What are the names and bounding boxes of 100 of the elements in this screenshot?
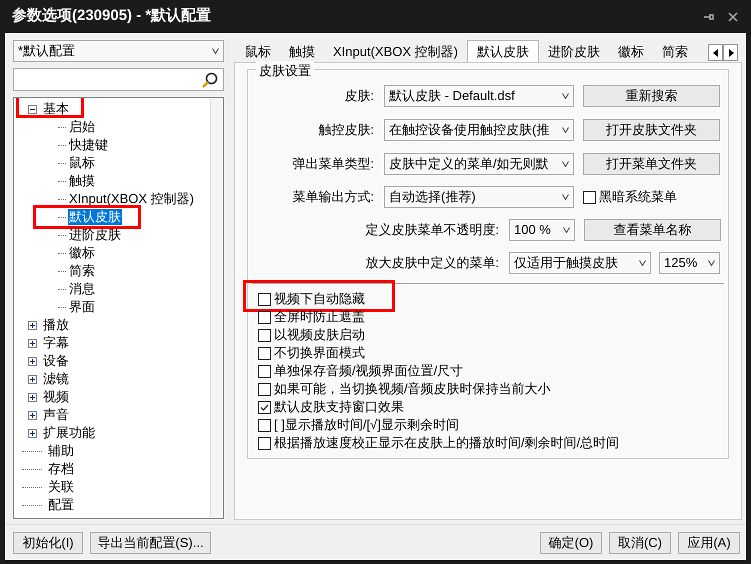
tab[interactable]: 简索 xyxy=(652,42,697,62)
close-icon[interactable] xyxy=(727,10,739,22)
tree-item[interactable]: 配置 xyxy=(47,497,75,513)
tab[interactable]: 鼠标 xyxy=(236,42,280,62)
expand-icon[interactable] xyxy=(28,428,37,438)
select-value: 在触控设备使用触控皮肤(推 xyxy=(389,121,550,140)
checkbox[interactable] xyxy=(258,400,271,414)
tree-item[interactable]: 徽标 xyxy=(68,245,96,261)
push-button[interactable]: 导出当前配置(S)... xyxy=(90,532,211,554)
field-label: 放大皮肤中定义的菜单: xyxy=(364,254,500,272)
right-arrow-icon xyxy=(728,48,734,56)
tree-item[interactable]: 播放 xyxy=(42,317,70,333)
tree-item[interactable]: 滤镜 xyxy=(42,371,70,387)
dropdown-select[interactable]: 默认皮肤 - Default.dsf xyxy=(384,85,574,107)
select-value: 125% xyxy=(664,254,698,272)
tree-item[interactable]: 基本 xyxy=(42,101,70,117)
dropdown-caret-icon xyxy=(562,161,569,167)
select-value: 仅适用于触摸皮肤 xyxy=(514,254,618,272)
push-button[interactable]: 重新搜索 xyxy=(583,84,720,107)
checkbox[interactable] xyxy=(258,310,271,324)
push-button[interactable]: 打开皮肤文件夹 xyxy=(583,118,720,141)
dropdown-select[interactable]: 自动选择(推荐) xyxy=(384,186,574,208)
dropdown-caret-icon xyxy=(562,127,569,133)
select-value: 自动选择(推荐) xyxy=(389,188,476,206)
tree-item[interactable]: 辅助 xyxy=(47,443,75,459)
dropdown-select[interactable]: 125% xyxy=(659,252,720,274)
field-label: 定义皮肤菜单不透明度: xyxy=(364,221,500,240)
expand-icon[interactable] xyxy=(28,392,37,402)
checkbox[interactable] xyxy=(258,364,271,378)
tree-item[interactable]: 启始 xyxy=(68,119,96,135)
tree-item[interactable]: 声音 xyxy=(42,407,70,423)
checkbox[interactable] xyxy=(258,292,271,306)
dropdown-select[interactable]: 仅适用于触摸皮肤 xyxy=(509,252,651,274)
checkbox-label: 根据播放速度校正显示在皮肤上的播放时间/剩余时间/总时间 xyxy=(274,434,620,452)
checkbox-label: 不切换界面模式 xyxy=(274,344,365,362)
field-label: 皮肤: xyxy=(343,87,375,106)
push-button[interactable]: 确定(O) xyxy=(540,532,602,554)
tree-item[interactable]: 默认皮肤 xyxy=(68,209,122,225)
checkbox[interactable] xyxy=(258,382,271,396)
tab[interactable]: 进阶皮肤 xyxy=(538,42,609,62)
tree-item[interactable]: 扩展功能 xyxy=(42,425,96,441)
select-value: *默认配置 xyxy=(18,42,76,60)
select-value: 默认皮肤 - Default.dsf xyxy=(389,87,515,106)
dropdown-select[interactable]: 100 % xyxy=(509,219,575,241)
push-button[interactable]: 取消(C) xyxy=(609,532,671,554)
tree-item[interactable]: 关联 xyxy=(47,479,75,495)
checkbox[interactable] xyxy=(258,346,271,360)
push-button[interactable]: 应用(A) xyxy=(678,532,740,554)
expand-icon[interactable] xyxy=(28,374,37,384)
expand-icon[interactable] xyxy=(28,410,37,420)
checkbox-label: 视频下自动隐藏 xyxy=(274,290,365,308)
dropdown-caret-icon xyxy=(563,227,570,233)
select-value: 100 % xyxy=(514,221,551,240)
push-button[interactable]: 初始化(I) xyxy=(13,532,83,554)
search-icon[interactable] xyxy=(201,70,219,88)
tab[interactable]: 默认皮肤 xyxy=(466,40,539,62)
checkbox[interactable] xyxy=(258,328,271,342)
dropdown-caret-icon xyxy=(562,194,569,200)
checkbox[interactable] xyxy=(258,418,271,432)
tree-item[interactable]: 存档 xyxy=(47,461,75,477)
tab[interactable]: 触摸 xyxy=(280,42,324,62)
tree-item[interactable]: 消息 xyxy=(68,281,96,297)
collapse-icon[interactable] xyxy=(28,104,37,114)
profile-select[interactable]: *默认配置 xyxy=(13,40,224,62)
dropdown-caret-icon xyxy=(639,260,646,266)
checkbox[interactable] xyxy=(583,190,596,204)
push-button[interactable]: 打开菜单文件夹 xyxy=(583,152,720,175)
tree-item[interactable]: 界面 xyxy=(68,299,96,315)
left-arrow-icon xyxy=(712,48,718,56)
tree-item[interactable]: 简索 xyxy=(68,263,96,279)
tree-item[interactable]: 视频 xyxy=(42,389,70,405)
tree-item[interactable]: 触摸 xyxy=(68,173,96,189)
scrollbar[interactable] xyxy=(210,99,222,517)
select-value: 皮肤中定义的菜单/如无则默 xyxy=(389,155,549,174)
field-label: 弹出菜单类型: xyxy=(291,155,375,174)
window-title: 参数选项(230905) - *默认配置 xyxy=(12,6,212,26)
dropdown-caret-icon xyxy=(562,93,569,99)
tree-item[interactable]: 设备 xyxy=(42,353,70,369)
tree-item[interactable]: 鼠标 xyxy=(68,155,96,171)
tree-item[interactable]: 字幕 xyxy=(42,335,70,351)
tab-scroll-left-button[interactable] xyxy=(708,44,723,61)
tree-item[interactable]: 快捷键 xyxy=(68,137,109,153)
dropdown-select[interactable]: 在触控设备使用触控皮肤(推 xyxy=(384,119,574,141)
tab-scroll-right-button[interactable] xyxy=(723,44,738,61)
dropdown-select[interactable]: 皮肤中定义的菜单/如无则默 xyxy=(384,153,574,175)
tab[interactable]: XInput(XBOX 控制器) xyxy=(324,42,467,62)
checkbox-label: 单独保存音频/视频界面位置/尺寸 xyxy=(274,362,464,380)
checkbox[interactable] xyxy=(258,436,271,450)
search-field[interactable] xyxy=(13,68,224,91)
checkbox-label: 全屏时防止遮盖 xyxy=(274,308,365,326)
tab[interactable]: 徽标 xyxy=(608,42,653,62)
expand-icon[interactable] xyxy=(28,320,37,330)
expand-icon[interactable] xyxy=(28,356,37,366)
dropdown-caret-icon xyxy=(708,260,715,266)
tree-item[interactable]: XInput(XBOX 控制器) xyxy=(68,191,195,207)
expand-icon[interactable] xyxy=(28,338,37,348)
field-label: 触控皮肤: xyxy=(317,121,375,140)
checkbox-label: 以视频皮肤启动 xyxy=(274,326,365,344)
push-button[interactable]: 查看菜单名称 xyxy=(584,218,721,241)
tree-item[interactable]: 进阶皮肤 xyxy=(68,227,122,243)
